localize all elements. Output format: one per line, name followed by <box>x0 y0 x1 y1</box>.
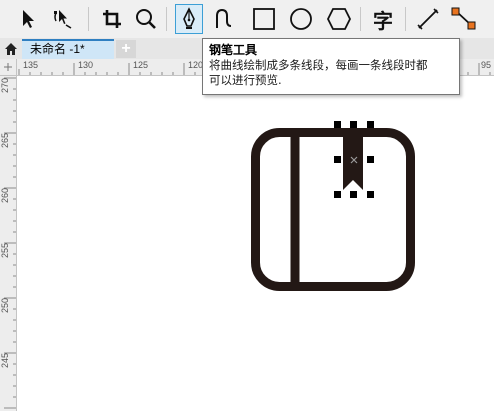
ruler-label: 135 <box>23 60 39 70</box>
home-button[interactable] <box>2 40 20 58</box>
line-dimension-tool-icon <box>417 8 439 30</box>
application-window: 字 未命名 -1* + 135 130 125 120 95 270 265 2… <box>0 0 494 411</box>
ruler-label: 255 <box>0 242 10 258</box>
shape-edit-tool-button[interactable] <box>48 4 76 34</box>
shape-edit-tool-icon <box>54 10 72 29</box>
document-tab[interactable]: 未命名 -1* <box>22 39 114 59</box>
bookmark-book-icon <box>251 121 415 291</box>
toolbar-separator <box>405 7 406 31</box>
toolbar-separator <box>166 7 167 31</box>
polygon-tool-button[interactable] <box>325 4 353 34</box>
freehand-tool-icon <box>216 8 232 28</box>
rectangle-tool-icon <box>253 8 275 30</box>
pick-tool-icon <box>23 10 34 28</box>
ruler-label: 95 <box>481 60 492 70</box>
tooltip-description-line-1: 将曲线绘制成多条线段，每画一条线段时都 <box>209 58 428 72</box>
toolbar-separator <box>88 7 89 31</box>
ruler-label: 265 <box>0 132 10 148</box>
vertical-ruler[interactable]: 270 265 260 255 250 245 <box>0 76 17 411</box>
toolbar-separator <box>360 7 361 31</box>
rectangle-tool-button[interactable] <box>250 4 278 34</box>
freehand-tool-button[interactable] <box>210 4 238 34</box>
toolbox: 字 <box>0 0 494 38</box>
ellipse-tool-icon <box>290 8 312 30</box>
pen-tool-button[interactable] <box>175 4 203 34</box>
crop-tool-button[interactable] <box>98 4 126 34</box>
add-tab-button[interactable]: + <box>116 40 136 58</box>
pick-tool-button[interactable] <box>14 4 42 34</box>
ruler-label: 125 <box>133 60 149 70</box>
text-tool-button[interactable]: 字 <box>369 4 397 34</box>
zoom-tool-icon <box>136 9 156 29</box>
ruler-label: 250 <box>0 297 10 313</box>
ruler-label: 260 <box>0 187 10 203</box>
zoom-tool-button[interactable] <box>132 4 160 34</box>
ruler-origin-corner[interactable] <box>0 59 17 76</box>
pen-tool-tooltip: 钢笔工具 将曲线绘制成多条线段，每画一条线段时都 可以进行预览. <box>202 38 460 95</box>
drawing-canvas[interactable] <box>17 76 494 411</box>
connector-tool-button[interactable] <box>450 4 478 34</box>
text-tool-icon: 字 <box>373 8 393 33</box>
polygon-tool-icon <box>326 8 352 30</box>
pen-tool-icon <box>183 7 195 29</box>
ellipse-tool-button[interactable] <box>287 4 315 34</box>
connector-tool-icon <box>451 7 476 30</box>
tooltip-title: 钢笔工具 <box>209 43 258 57</box>
ruler-label: 120 <box>188 60 204 70</box>
ruler-label: 130 <box>78 60 94 70</box>
tooltip-description-line-2: 可以进行预览. <box>209 73 282 87</box>
ruler-origin-icon <box>4 63 12 71</box>
ruler-label: 245 <box>0 352 10 368</box>
line-dimension-tool-button[interactable] <box>414 4 442 34</box>
ruler-label: 270 <box>0 77 10 93</box>
crop-tool-icon <box>103 10 121 28</box>
home-icon <box>5 43 17 55</box>
